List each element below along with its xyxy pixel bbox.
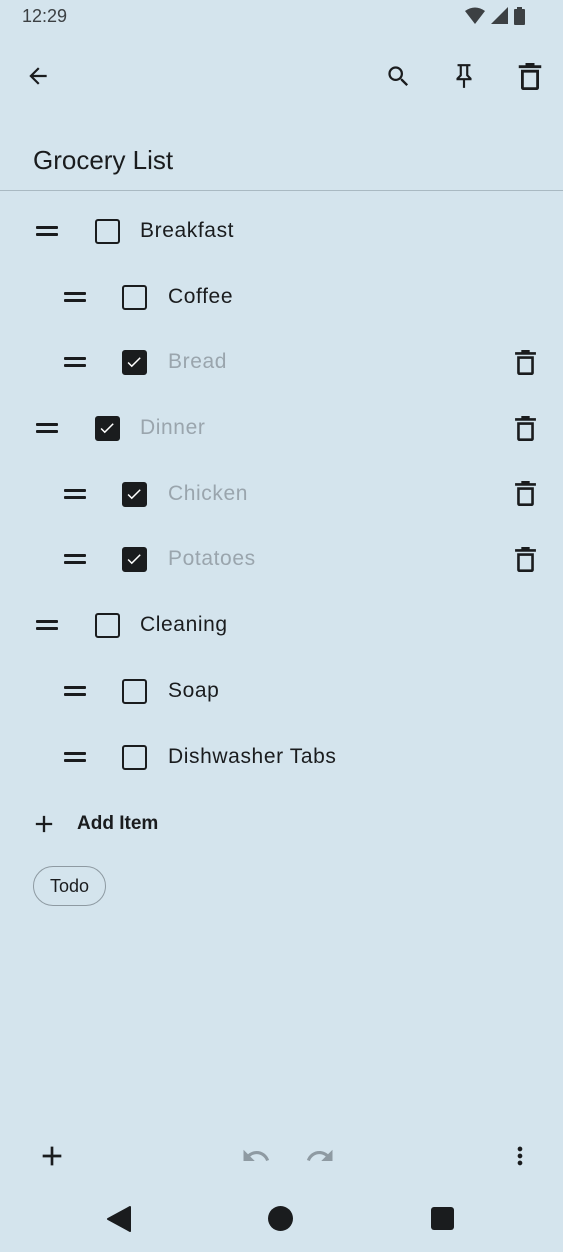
item-checkbox[interactable] <box>122 678 147 704</box>
signal-icon <box>491 7 508 24</box>
plus-icon <box>42 1146 62 1166</box>
redo-button[interactable] <box>296 1132 344 1180</box>
list-item: Dishwasher Tabs <box>0 724 563 790</box>
battery-icon <box>514 7 525 25</box>
item-label[interactable]: Chicken <box>168 482 248 506</box>
nav-back-icon[interactable] <box>106 1206 132 1232</box>
list-item: Breakfast <box>0 198 563 264</box>
label-chip[interactable]: Todo <box>33 866 107 906</box>
note-editor-screen: 12:29 Grocery List Breakfast Coffee Brea… <box>0 0 563 1252</box>
arrow-back-icon <box>29 67 47 85</box>
more-options-button[interactable] <box>496 1132 544 1180</box>
redo-icon <box>306 1149 333 1161</box>
item-label[interactable]: Dishwasher Tabs <box>168 745 337 769</box>
item-checkbox[interactable] <box>122 481 147 507</box>
item-label[interactable]: Bread <box>168 350 227 374</box>
item-label[interactable]: Coffee <box>168 285 233 309</box>
more-vert-icon <box>517 1146 523 1166</box>
trash-icon <box>514 349 536 375</box>
item-checkbox[interactable] <box>95 613 120 639</box>
add-content-button[interactable] <box>28 1132 76 1180</box>
undo-button[interactable] <box>232 1132 280 1180</box>
trash-icon <box>514 415 536 441</box>
undo-icon <box>243 1149 270 1161</box>
trash-icon <box>514 481 536 507</box>
item-label[interactable]: Breakfast <box>140 219 234 243</box>
pin-icon <box>456 64 472 88</box>
checklist: Breakfast Coffee Bread Dinner Chicken Po… <box>0 198 563 789</box>
item-checkbox[interactable] <box>122 547 147 573</box>
item-checkbox[interactable] <box>122 744 147 770</box>
check-icon <box>127 488 141 499</box>
trash-icon <box>518 62 542 90</box>
drag-handle-icon[interactable] <box>62 482 88 506</box>
delete-item-button[interactable] <box>511 480 539 508</box>
add-item-label: Add Item <box>77 813 159 834</box>
nav-recents-icon[interactable] <box>431 1207 454 1230</box>
check-icon <box>127 357 141 368</box>
check-icon <box>127 554 141 565</box>
item-label[interactable]: Cleaning <box>140 613 228 637</box>
drag-handle-icon[interactable] <box>62 350 88 374</box>
pin-button[interactable] <box>440 52 488 100</box>
list-item: Bread <box>0 329 563 395</box>
note-title[interactable]: Grocery List <box>33 145 173 176</box>
drag-handle-icon[interactable] <box>62 679 88 703</box>
search-icon <box>387 65 408 86</box>
delete-item-button[interactable] <box>511 545 539 573</box>
add-item-button[interactable]: Add Item <box>30 806 230 842</box>
item-checkbox[interactable] <box>95 416 120 442</box>
drag-handle-icon[interactable] <box>34 219 60 243</box>
item-checkbox[interactable] <box>122 350 147 376</box>
search-button[interactable] <box>374 52 422 100</box>
item-label[interactable]: Dinner <box>140 416 205 440</box>
delete-item-button[interactable] <box>511 348 539 376</box>
item-label[interactable]: Soap <box>168 679 219 703</box>
title-divider <box>0 190 563 191</box>
list-item: Soap <box>0 658 563 724</box>
item-checkbox[interactable] <box>95 219 120 244</box>
list-item: Coffee <box>0 264 563 330</box>
status-bar: 12:29 <box>0 0 563 32</box>
delete-note-button[interactable] <box>506 52 554 100</box>
nav-home-icon[interactable] <box>268 1206 293 1231</box>
drag-handle-icon[interactable] <box>62 547 88 571</box>
check-icon <box>100 423 114 434</box>
status-time: 12:29 <box>22 6 68 26</box>
status-icons <box>465 7 525 25</box>
drag-handle-icon[interactable] <box>62 285 88 309</box>
drag-handle-icon[interactable] <box>34 613 60 637</box>
delete-item-button[interactable] <box>511 414 539 442</box>
item-label[interactable]: Potatoes <box>168 547 256 571</box>
trash-icon <box>514 546 536 572</box>
drag-handle-icon[interactable] <box>34 416 60 440</box>
list-item: Cleaning <box>0 592 563 658</box>
wifi-icon <box>465 7 485 24</box>
list-item: Dinner <box>0 395 563 461</box>
item-checkbox[interactable] <box>122 284 147 310</box>
drag-handle-icon[interactable] <box>62 745 88 769</box>
plus-icon <box>35 815 53 833</box>
back-button[interactable] <box>14 52 62 100</box>
list-item: Chicken <box>0 461 563 527</box>
list-item: Potatoes <box>0 526 563 592</box>
